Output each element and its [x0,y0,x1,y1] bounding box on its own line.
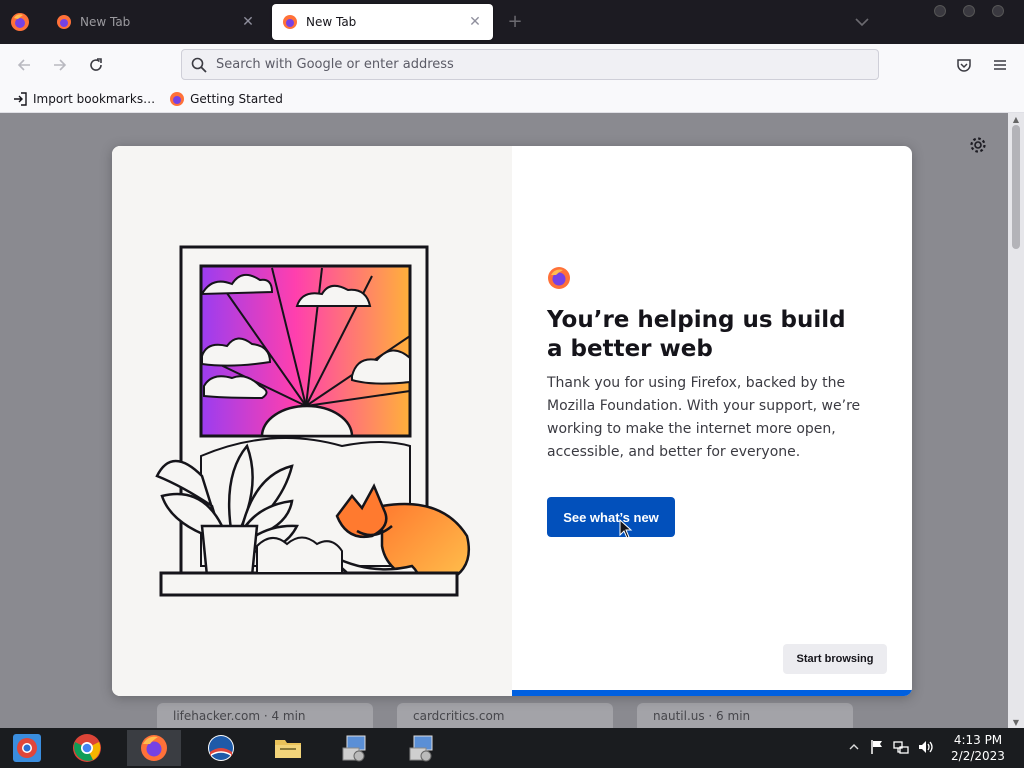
forward-arrow-icon [54,59,67,71]
file-explorer-icon [275,740,301,758]
firefox-logo-icon [547,266,571,290]
search-icon [191,57,207,73]
reload-icon [90,58,102,71]
onboarding-dialog: You’re helping us build a better web Tha… [112,146,912,696]
top-site-tile[interactable]: cardcritics.com [397,703,613,728]
tab-title: New Tab [306,15,357,29]
taskbar-app-chrome-alt[interactable] [0,730,54,766]
pocket-button[interactable] [951,52,977,78]
taskbar-app-firefox[interactable] [127,730,181,766]
volume-icon[interactable] [917,738,935,756]
tab-strip: New Tab ✕ New Tab ✕ + [0,0,1024,44]
window-minimize-button[interactable] [934,5,946,17]
address-bar-placeholder: Search with Google or enter address [216,57,454,72]
tab-title: New Tab [80,15,131,29]
window-close-button[interactable] [992,5,1004,17]
scroll-up-icon[interactable]: ▲ [1011,115,1021,124]
tile-label: lifehacker.com · 4 min [173,709,306,723]
firefox-icon [141,735,167,761]
clock-time: 4:13 PM [953,733,1003,747]
network-icon[interactable] [892,738,910,756]
bookmark-label: Getting Started [190,92,283,106]
system-clock[interactable]: 4:13 PM 2/2/2023 [940,732,1016,764]
back-button[interactable] [11,52,37,78]
mouse-pointer-icon [619,519,633,539]
tab-new-tab-2[interactable]: New Tab ✕ [272,4,493,40]
tile-label: nautil.us · 6 min [653,709,751,723]
forward-button[interactable] [47,52,73,78]
taskbar-app-installer-1[interactable] [328,730,382,766]
windows-taskbar: 4:13 PM 2/2/2023 [0,728,1024,768]
tab-new-tab-1[interactable]: New Tab ✕ [46,4,266,40]
show-hidden-icons-icon[interactable] [845,738,863,756]
chrome-icon [73,734,101,762]
firefox-favicon-icon [57,15,71,29]
taskbar-app-obama[interactable] [194,730,248,766]
new-tab-page: lifehacker.com · 4 min cardcritics.com n… [0,113,1024,728]
flag-icon[interactable] [868,738,886,756]
scroll-down-icon[interactable]: ▼ [1011,718,1021,727]
onboarding-progress-bar [512,690,912,696]
back-arrow-icon [17,59,30,71]
gear-icon[interactable] [968,135,988,155]
obama-icon [208,735,234,761]
tile-label: cardcritics.com [413,709,505,723]
close-tab-icon[interactable]: ✕ [467,14,483,30]
window-maximize-button[interactable] [963,5,975,17]
clock-date: 2/2/2023 [951,749,1005,763]
address-bar[interactable]: Search with Google or enter address [181,49,879,80]
close-tab-icon[interactable]: ✕ [240,14,256,30]
hamburger-menu-icon [994,60,1006,70]
see-whats-new-button[interactable]: See what’s new [547,497,675,537]
new-tab-button[interactable]: + [503,10,527,34]
chevron-down-icon[interactable] [850,12,874,32]
import-icon [14,92,27,106]
reload-button[interactable] [83,52,109,78]
top-site-tile[interactable]: nautil.us · 6 min [637,703,853,728]
start-browsing-button[interactable]: Start browsing [783,644,887,674]
bookmark-import[interactable]: Import bookmarks… [12,91,155,107]
navigation-toolbar: Search with Google or enter address [0,44,1024,86]
taskbar-app-installer-2[interactable] [395,730,449,766]
app-menu-button[interactable] [987,52,1013,78]
installer-icon [409,735,433,762]
page-scrollbar[interactable]: ▲ ▼ [1008,113,1024,728]
chrome-alt-icon [13,734,41,762]
dialog-body-text: Thank you for using Firefox, backed by t… [547,375,861,460]
taskbar-app-file-explorer[interactable] [261,730,315,766]
scrollbar-thumb[interactable] [1012,125,1020,249]
dialog-heading: You’re helping us build a better web [547,307,846,362]
firefox-favicon-icon [283,15,297,29]
screen: New Tab ✕ New Tab ✕ + Search with Google… [0,0,1024,768]
firefox-menu-icon[interactable] [8,10,32,34]
dialog-content: You’re helping us build a better web Tha… [512,146,912,696]
bookmark-getting-started[interactable]: Getting Started [169,91,283,107]
pocket-icon [957,59,971,72]
window-fox-illustration [155,245,470,597]
firefox-icon [170,92,185,106]
installer-icon [342,735,366,762]
top-site-tile[interactable]: lifehacker.com · 4 min [157,703,373,728]
bookmarks-toolbar: Import bookmarks… Getting Started [0,86,1024,113]
bookmark-label: Import bookmarks… [33,92,156,106]
taskbar-app-chrome[interactable] [60,730,114,766]
illustration-panel [112,146,512,696]
